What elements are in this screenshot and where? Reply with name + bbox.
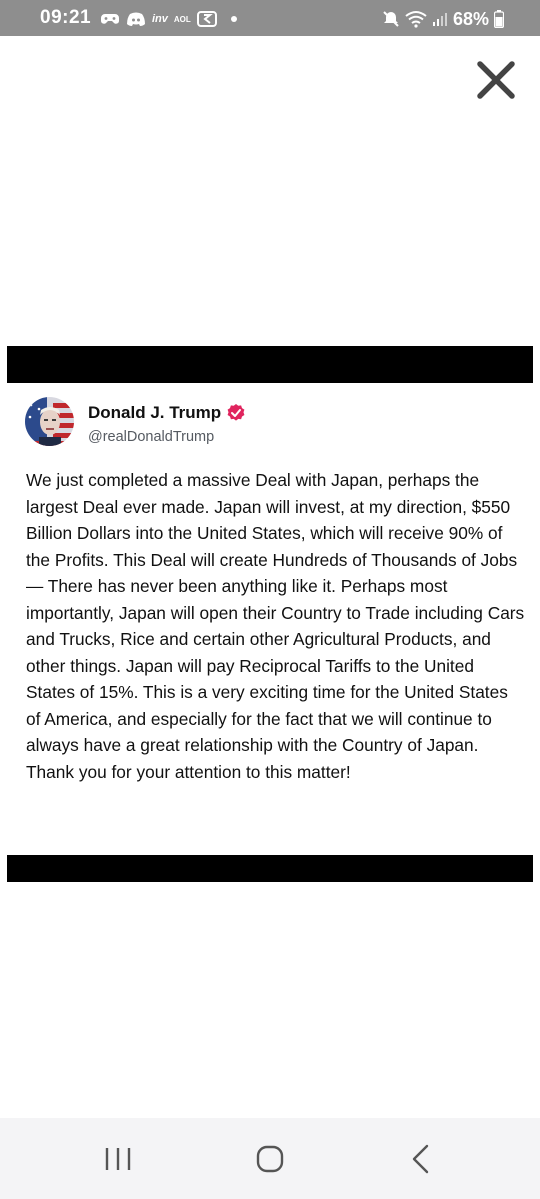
status-bar: 09:21 inv AOL 68% — [0, 0, 540, 36]
discord-icon — [127, 12, 145, 26]
status-time: 09:21 — [40, 7, 92, 28]
system-icons: 68% — [382, 7, 504, 31]
signal-icon — [432, 13, 447, 26]
author-handle[interactable]: @realDonaldTrump — [88, 429, 214, 445]
game-controller-icon — [101, 14, 119, 24]
close-icon — [477, 61, 515, 99]
post-card: Donald J. Trump @realDonaldTrump We just… — [0, 383, 540, 855]
back-icon — [412, 1144, 429, 1174]
avatar[interactable] — [25, 397, 74, 446]
navigation-bar — [0, 1118, 540, 1199]
notification-icons: inv AOL — [100, 9, 237, 29]
black-bar-top — [7, 346, 533, 383]
wifi-icon — [405, 11, 427, 28]
screen: 09:21 inv AOL 68% Donald J. Trump @realD… — [0, 0, 540, 1199]
snapchat-like-icon — [196, 11, 217, 27]
battery-icon — [494, 10, 504, 28]
home-icon — [256, 1145, 284, 1173]
verified-badge-icon — [227, 404, 245, 421]
avatar-image — [25, 397, 74, 446]
author-name-row: Donald J. Trump — [88, 403, 246, 423]
close-button[interactable] — [472, 56, 520, 104]
mute-icon — [383, 11, 399, 27]
notification-dot — [230, 16, 237, 22]
black-bar-bottom — [7, 855, 533, 882]
recent-apps-icon — [105, 1148, 131, 1170]
author-name[interactable]: Donald J. Trump — [88, 403, 221, 423]
aol-icon: AOL — [173, 14, 191, 24]
back-button[interactable] — [401, 1142, 441, 1176]
battery-percent: 68% — [452, 8, 489, 29]
home-button[interactable] — [250, 1142, 290, 1176]
inv-icon: inv — [152, 13, 168, 25]
post-body: We just completed a massive Deal with Ja… — [26, 470, 525, 782]
recent-apps-button[interactable] — [98, 1142, 138, 1176]
